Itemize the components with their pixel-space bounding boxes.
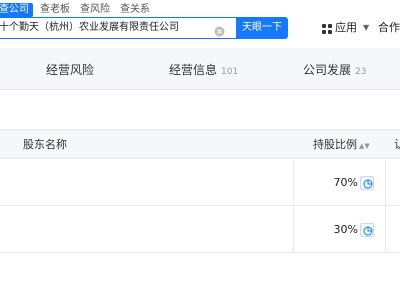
column-header-share-ratio-label: 持股比例: [313, 138, 357, 151]
column-divider: [385, 207, 386, 252]
column-divider: [293, 160, 294, 205]
cooperate-link[interactable]: 合作: [378, 20, 400, 36]
table-row: 30%: [0, 207, 400, 253]
tab-boss[interactable]: 查老板: [40, 3, 70, 17]
tab-relation[interactable]: 查关系: [120, 3, 150, 17]
search-input[interactable]: 十个勤天（杭州）农业发展有限责任公司: [0, 17, 238, 39]
share-ratio-value: 70%: [333, 176, 358, 189]
tab-business-info[interactable]: 经营信息 101: [169, 61, 238, 79]
tab-company-development-count: 23: [355, 67, 367, 77]
column-header-share-ratio[interactable]: 持股比例 ▲▼: [313, 130, 370, 161]
tab-business-risk-label: 经营风险: [46, 63, 95, 77]
apps-grid-icon: [322, 23, 332, 34]
tab-business-info-count: 101: [221, 67, 239, 77]
shareholder-table-header: 股东名称 持股比例 ▲▼ 认: [0, 129, 400, 159]
clear-icon[interactable]: [214, 22, 225, 37]
column-divider: [385, 160, 386, 205]
tab-business-risk[interactable]: 经营风险: [46, 61, 94, 79]
search-button[interactable]: 天眼一下: [236, 17, 288, 39]
top-search-bar: 查公司 查老板 查风险 查关系 十个勤天（杭州）农业发展有限责任公司 天眼一下 …: [0, 0, 400, 45]
tab-company[interactable]: 查公司: [0, 3, 33, 17]
tab-business-info-label: 经营信息: [169, 63, 218, 77]
tab-company-development[interactable]: 公司发展 23: [303, 61, 366, 79]
company-section-tabs: 经营风险 经营信息 101 公司发展 23: [0, 48, 400, 90]
tab-company-development-label: 公司发展: [303, 63, 352, 77]
sort-icon: ▲▼: [359, 142, 370, 150]
tab-risk[interactable]: 查风险: [80, 3, 110, 17]
pie-chart-icon[interactable]: [360, 223, 374, 237]
column-header-shareholder-name: 股东名称: [23, 138, 67, 151]
chevron-down-icon: ▼: [363, 23, 370, 32]
pie-chart-icon[interactable]: [360, 176, 374, 190]
column-header-truncated: 认: [394, 138, 400, 151]
column-divider: [293, 207, 294, 252]
table-row: 70%: [0, 160, 400, 206]
share-ratio-value: 30%: [333, 223, 358, 236]
search-input-value: 十个勤天（杭州）农业发展有限责任公司: [0, 22, 179, 33]
apps-label: 应用: [335, 21, 357, 34]
